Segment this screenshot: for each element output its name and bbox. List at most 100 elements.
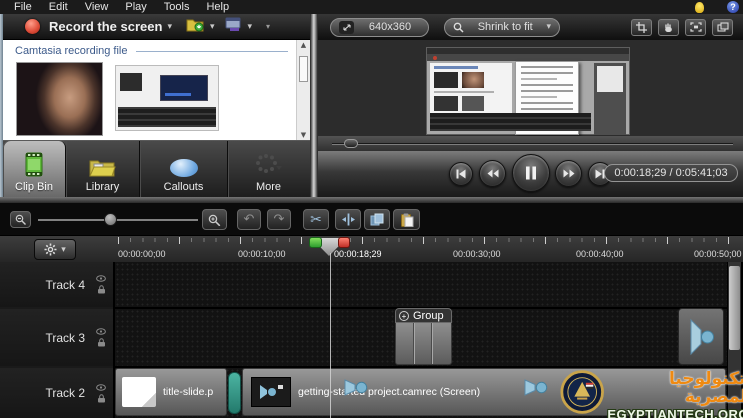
clip-thumbnail-screen-recording[interactable]: [115, 65, 219, 131]
crop-button[interactable]: [631, 18, 652, 36]
help-icon[interactable]: ?: [727, 1, 739, 13]
track-3-header[interactable]: Track 3: [0, 309, 113, 366]
redo-button[interactable]: ↷: [267, 209, 291, 230]
ruler-label: 00:00:00;00: [118, 249, 166, 259]
tab-callouts-label: Callouts: [163, 181, 204, 193]
menu-tools[interactable]: Tools: [164, 1, 190, 13]
seek-track[interactable]: [332, 143, 733, 145]
track-lock-icon[interactable]: [97, 393, 106, 403]
pan-button[interactable]: [658, 18, 679, 36]
detach-window-icon: [716, 22, 729, 32]
tab-library[interactable]: Library: [66, 141, 140, 200]
scroll-down-button[interactable]: ▼: [297, 131, 310, 139]
group-expand-button[interactable]: +: [399, 310, 409, 321]
record-screen-button[interactable]: Record the screen: [49, 19, 162, 34]
header-rule: [135, 50, 288, 52]
scrollbar-thumb[interactable]: [299, 56, 308, 82]
import-media-button[interactable]: [186, 17, 205, 37]
track-visibility-icon[interactable]: [96, 275, 106, 282]
timeline-ruler[interactable]: ▾ 00:00:00;00 00:00:10;00 00:00:18;29 00…: [0, 235, 743, 262]
produce-share-button[interactable]: [225, 17, 243, 37]
menu-play[interactable]: Play: [125, 1, 146, 13]
frame-timeline-strip: [430, 113, 591, 131]
zoom-mode-dropdown[interactable]: Shrink to fit ▾: [444, 17, 560, 37]
tip-bulb-icon[interactable]: [695, 1, 704, 13]
ruler-label: 00:00:50;00: [694, 249, 742, 259]
track-visibility-icon[interactable]: [96, 328, 106, 335]
track-2-header[interactable]: Track 2: [0, 368, 113, 418]
tab-callouts[interactable]: Callouts: [140, 141, 228, 200]
scroll-up-button[interactable]: ▲: [297, 41, 310, 49]
more-dots-icon: [255, 154, 282, 173]
import-caret-icon[interactable]: ▾: [210, 22, 215, 32]
ruler-label-playhead: 00:00:18;29: [334, 249, 382, 259]
timeline-zoom-handle[interactable]: [104, 213, 117, 226]
zoom-keyframe-icon[interactable]: [524, 378, 550, 402]
track-4-header[interactable]: Track 4: [0, 262, 113, 307]
clip-title-slide[interactable]: title-slide.p: [115, 368, 227, 416]
hand-icon: [665, 23, 672, 32]
zoom-out-button[interactable]: [10, 211, 31, 228]
group-clip-label: Group: [413, 309, 444, 322]
selection-in-handle[interactable]: [309, 237, 322, 248]
gear-icon: [44, 243, 57, 256]
menu-view[interactable]: View: [85, 1, 109, 13]
copy-button[interactable]: [364, 209, 390, 230]
menu-file[interactable]: File: [14, 1, 32, 13]
record-caret-icon[interactable]: ▾: [167, 22, 172, 32]
ruler-major-ticks: [118, 237, 738, 244]
previous-frame-button[interactable]: [449, 162, 473, 186]
zoom-animation-icon: [690, 318, 714, 355]
cut-button[interactable]: ✂: [303, 209, 329, 230]
folder-import-icon: [186, 19, 204, 31]
tab-more-label: More: [255, 181, 282, 193]
collapse-toolbar-button[interactable]: ▾: [266, 22, 270, 31]
track-lock-icon[interactable]: [97, 285, 106, 294]
track-visibility-icon[interactable]: [96, 383, 106, 391]
video-frame[interactable]: [426, 47, 630, 135]
track-lock-icon[interactable]: [97, 338, 106, 347]
timeline-scrollbar-thumb[interactable]: [729, 266, 740, 350]
menu-edit[interactable]: Edit: [49, 1, 68, 13]
seek-bar: [318, 136, 743, 151]
split-button[interactable]: [335, 209, 361, 230]
menu-help[interactable]: Help: [206, 1, 229, 13]
clip-bin-scrollbar[interactable]: ▲ ▼: [296, 40, 310, 140]
zoom-mode-caret-icon: ▾: [546, 22, 551, 32]
fast-forward-button[interactable]: [555, 160, 582, 187]
zoom-keyframe-icon[interactable]: [344, 378, 370, 402]
track-4-lane[interactable]: [115, 262, 727, 307]
track-4-toggles: [96, 275, 106, 294]
undo-button[interactable]: ↶: [237, 209, 261, 230]
seek-handle[interactable]: [344, 139, 358, 148]
canvas-size-button[interactable]: 640x360: [330, 17, 429, 37]
thumbnail-detail: [160, 75, 208, 101]
pause-button[interactable]: [512, 154, 550, 192]
playhead-line: [330, 253, 331, 418]
frame-toolbar: [427, 54, 629, 61]
zoom-mode-label: Shrink to fit: [477, 21, 533, 33]
tab-clip-bin[interactable]: Clip Bin: [3, 141, 66, 200]
group-clip[interactable]: + Group: [395, 308, 452, 365]
group-clip-body: [395, 323, 452, 365]
camrec-thumbnail: [251, 377, 291, 407]
transition-marker[interactable]: [228, 372, 241, 414]
paste-button[interactable]: [393, 209, 420, 230]
timeline-zoom-slider[interactable]: [38, 219, 198, 221]
zoom-animation-clip[interactable]: [678, 308, 724, 365]
track-2-label: Track 2: [45, 386, 85, 400]
detach-preview-button[interactable]: [712, 18, 733, 36]
ruler-label: 00:00:10;00: [238, 249, 286, 259]
produce-caret-icon[interactable]: ▾: [248, 22, 253, 32]
track-4-label: Track 4: [45, 277, 85, 292]
rewind-button[interactable]: [479, 160, 506, 187]
fit-screen-button[interactable]: [685, 18, 706, 36]
playback-controls: 0:00:18;29 / 0:05:41;03: [318, 151, 743, 197]
clip-thumbnail-face[interactable]: [16, 62, 103, 136]
panel-splitter[interactable]: [310, 14, 318, 200]
zoom-in-button[interactable]: [202, 209, 227, 230]
tab-more[interactable]: More: [228, 141, 309, 200]
selection-out-handle[interactable]: [338, 237, 350, 248]
track-options-button[interactable]: ▾: [34, 239, 76, 260]
thumbnail-detail: [120, 73, 142, 91]
